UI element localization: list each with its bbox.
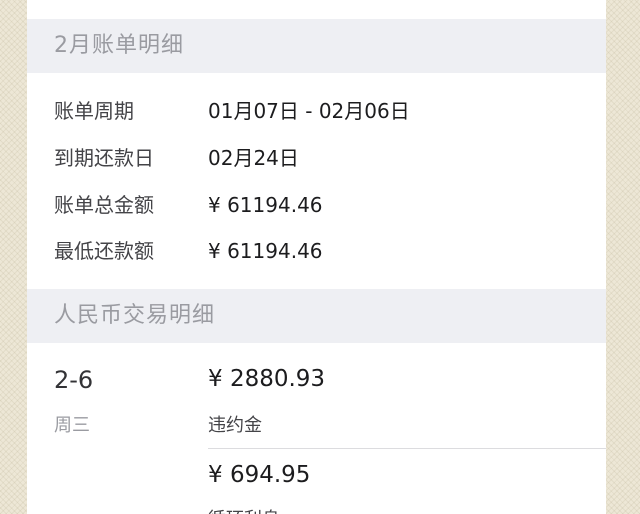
total-amount-value: ¥ 61194.46 (208, 193, 323, 217)
minimum-payment-value: ¥ 61194.46 (208, 239, 323, 263)
due-date-label: 到期还款日 (54, 146, 154, 170)
transactions-section-header: 人民币交易明细 (27, 289, 606, 343)
transaction-description: 循环利息 (208, 505, 280, 514)
bill-section-header: 2月账单明细 (27, 19, 606, 73)
total-amount-label: 账单总金额 (54, 193, 154, 217)
transaction-description: 违约金 (208, 415, 262, 436)
transaction-amount[interactable]: ¥ 2880.93 (208, 366, 325, 392)
transaction-divider (208, 448, 606, 449)
bill-section-title: 2月账单明细 (54, 33, 184, 58)
transaction-date: 2-6 (54, 366, 94, 394)
bill-period-label: 账单周期 (54, 99, 134, 123)
transaction-weekday: 周三 (54, 415, 90, 436)
transaction-amount[interactable]: ¥ 694.95 (208, 462, 310, 488)
due-date-value: 02月24日 (208, 146, 299, 170)
minimum-payment-label: 最低还款额 (54, 239, 154, 263)
bill-detail-panel: 2月账单明细 账单周期 01月07日 - 02月06日 到期还款日 02月24日… (27, 0, 606, 514)
transactions-section-title: 人民币交易明细 (54, 303, 216, 328)
bill-period-value: 01月07日 - 02月06日 (208, 99, 410, 123)
